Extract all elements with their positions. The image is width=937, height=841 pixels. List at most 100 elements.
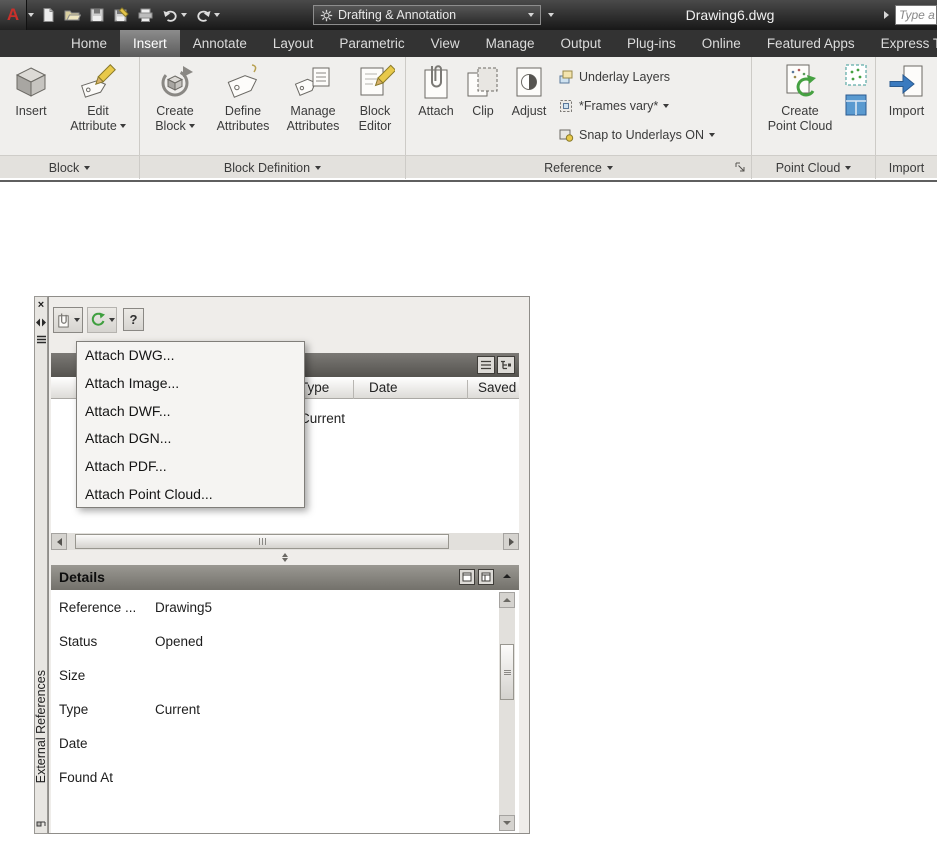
edit-attribute-button[interactable]: Edit Attribute	[62, 60, 134, 133]
reference-dialog-launcher-icon[interactable]	[735, 162, 746, 176]
list-view-button[interactable]	[477, 356, 495, 374]
open-file-button[interactable]	[64, 7, 81, 23]
frames-vary-button[interactable]: *Frames vary*	[558, 96, 670, 116]
palette-grip-icon	[35, 819, 47, 827]
create-block-label-1: Create	[156, 104, 194, 118]
palette-autohide-button[interactable]	[35, 318, 47, 327]
footer-reference[interactable]: Reference	[406, 156, 752, 179]
horizontal-scroll-thumb[interactable]	[75, 534, 449, 549]
tab-online[interactable]: Online	[689, 30, 754, 57]
tab-home[interactable]: Home	[58, 30, 120, 57]
details-row-found-at: Found At	[59, 770, 114, 785]
redo-caret-icon[interactable]	[214, 13, 220, 17]
details-collapse-icon[interactable]	[503, 574, 511, 578]
clip-button[interactable]: Clip	[464, 60, 502, 119]
plot-button[interactable]	[137, 7, 154, 23]
create-block-button[interactable]: Create Block	[146, 60, 204, 133]
footer-point-cloud[interactable]: Point Cloud	[752, 156, 876, 179]
details-preview-button[interactable]	[459, 569, 475, 585]
palette-properties-button[interactable]	[35, 335, 47, 344]
point-cloud-window-button[interactable]	[844, 93, 868, 122]
refresh-caret-icon[interactable]	[108, 318, 115, 322]
tab-parametric[interactable]: Parametric	[326, 30, 417, 57]
title-bar: A Drafting & Annotation Drawing6.dwg Typ…	[0, 0, 937, 30]
tab-express-tools[interactable]: Express Tools	[868, 30, 937, 57]
column-saved[interactable]: Saved Path	[478, 380, 518, 395]
manage-attributes-button[interactable]: Manage Attributes	[280, 60, 346, 133]
menu-item-attach-dwg[interactable]: Attach DWG...	[77, 342, 304, 370]
vertical-scroll-thumb[interactable]	[500, 644, 514, 700]
undo-caret-icon[interactable]	[181, 13, 187, 17]
details-row-reference: Reference ... Drawing5	[59, 600, 213, 615]
redo-button[interactable]	[195, 8, 220, 23]
scroll-down-button[interactable]	[499, 815, 515, 831]
undo-button[interactable]	[162, 8, 187, 23]
app-menu-caret-icon[interactable]	[28, 13, 34, 17]
tab-featured-apps[interactable]: Featured Apps	[754, 30, 868, 57]
infocenter-arrow-icon[interactable]	[884, 11, 889, 19]
vertical-scrollbar[interactable]	[499, 592, 515, 831]
scroll-right-button[interactable]	[503, 533, 519, 550]
tab-layout[interactable]: Layout	[260, 30, 327, 57]
open-folder-icon	[64, 10, 81, 21]
menu-item-attach-dwf[interactable]: Attach DWF...	[77, 398, 304, 426]
tab-view[interactable]: View	[418, 30, 473, 57]
frames-vary-caret-icon	[663, 104, 670, 108]
document-title: Drawing6.dwg	[685, 7, 775, 23]
tab-output[interactable]: Output	[547, 30, 614, 57]
frames-icon	[560, 100, 572, 112]
ribbon-panel-footers: Block Block Definition Reference Point C…	[0, 155, 937, 179]
menu-item-attach-dgn[interactable]: Attach DGN...	[77, 425, 304, 453]
workspace-switcher[interactable]: Drafting & Annotation	[313, 5, 541, 25]
attach-icon	[424, 65, 448, 99]
save-as-button[interactable]	[113, 7, 129, 23]
refresh-split-button[interactable]	[87, 307, 117, 333]
qat-customize-caret-icon[interactable]	[548, 13, 554, 17]
define-attributes-button[interactable]: Define Attributes	[210, 60, 276, 133]
attach-button[interactable]: Attach	[412, 60, 460, 119]
point-cloud-attach-button[interactable]	[844, 63, 868, 92]
tab-annotate[interactable]: Annotate	[180, 30, 260, 57]
create-point-cloud-label-2: Point Cloud	[767, 118, 833, 133]
footer-import[interactable]: Import	[876, 156, 937, 179]
app-logo[interactable]: A	[0, 0, 27, 30]
search-input[interactable]	[896, 6, 936, 24]
file-row-type-value: Current	[300, 411, 346, 426]
tab-plugins[interactable]: Plug-ins	[614, 30, 689, 57]
footer-block[interactable]: Block	[0, 156, 140, 179]
help-button[interactable]: ?	[123, 308, 144, 331]
underlay-layers-button[interactable]: Underlay Layers	[558, 67, 670, 87]
horizontal-scrollbar[interactable]	[51, 533, 519, 550]
clip-label: Clip	[472, 104, 494, 118]
menu-item-attach-point-cloud[interactable]: Attach Point Cloud...	[77, 481, 304, 509]
create-block-caret-icon	[188, 123, 195, 128]
scroll-left-button[interactable]	[51, 533, 67, 550]
insert-block-button[interactable]: Insert	[6, 60, 56, 119]
panel-splitter[interactable]	[49, 551, 521, 563]
scroll-up-button[interactable]	[499, 592, 515, 608]
details-pane-button[interactable]	[478, 569, 494, 585]
new-file-button[interactable]	[40, 7, 56, 23]
infocenter-search[interactable]	[895, 5, 937, 25]
tree-view-button[interactable]	[497, 356, 515, 374]
save-button[interactable]	[89, 7, 105, 23]
create-point-cloud-button[interactable]: Create Point Cloud	[764, 60, 836, 133]
snap-to-underlays-label: Snap to Underlays ON	[579, 128, 705, 142]
column-date[interactable]: Date	[369, 380, 398, 395]
app-logo-letter: A	[6, 5, 20, 24]
block-editor-button[interactable]: Block Editor	[350, 60, 400, 133]
footer-point-cloud-caret-icon	[845, 165, 852, 170]
attach-xref-caret-icon[interactable]	[74, 318, 80, 322]
import-button[interactable]: Import	[883, 60, 930, 119]
palette-close-button[interactable]: ×	[35, 299, 47, 311]
tab-insert[interactable]: Insert	[120, 30, 180, 57]
attach-xref-split-button[interactable]	[53, 307, 83, 333]
edit-attribute-label-2: Attribute	[70, 118, 117, 133]
menu-item-attach-image[interactable]: Attach Image...	[77, 370, 304, 398]
tab-manage[interactable]: Manage	[473, 30, 548, 57]
snap-to-underlays-button[interactable]: Snap to Underlays ON	[558, 125, 716, 145]
menu-item-attach-pdf[interactable]: Attach PDF...	[77, 453, 304, 481]
adjust-button[interactable]: Adjust	[506, 60, 552, 119]
footer-block-definition[interactable]: Block Definition	[140, 156, 406, 179]
point-cloud-dashed-icon	[845, 64, 867, 86]
